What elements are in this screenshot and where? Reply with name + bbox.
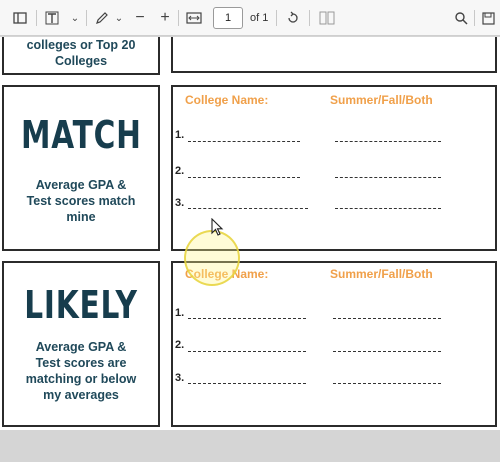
term-blank[interactable] [333, 351, 441, 352]
cursor-highlight [184, 230, 240, 286]
zoom-out-button[interactable]: − [132, 9, 148, 27]
term-blank[interactable] [333, 318, 441, 319]
draw-icon[interactable] [91, 9, 113, 27]
term-blank[interactable] [333, 383, 441, 384]
term-blank[interactable] [335, 141, 441, 142]
row-number: 3. [175, 197, 185, 209]
college-name-blank[interactable] [188, 208, 308, 209]
category-card-likely: LIKELY Average GPA & Test scores are mat… [2, 261, 160, 427]
term-blank[interactable] [335, 177, 441, 178]
college-name-blank[interactable] [188, 383, 306, 384]
college-name-blank[interactable] [188, 141, 300, 142]
category-title: MATCH [20, 113, 142, 157]
toolbar-separator [276, 10, 277, 26]
category-card-match: MATCH Average GPA & Test scores match mi… [2, 85, 160, 251]
fit-page-icon[interactable] [184, 9, 204, 27]
text-select-icon[interactable] [42, 9, 64, 27]
college-name-blank[interactable] [188, 177, 300, 178]
category-description: Average GPA & Test scores match mine [26, 178, 136, 224]
college-list-top [171, 37, 497, 73]
page-count-label: of 1 [250, 12, 269, 24]
category-title: LIKELY [24, 283, 138, 327]
college-name-blank[interactable] [188, 351, 306, 352]
chevron-down-icon[interactable]: ⌄ [113, 9, 125, 27]
category-card-top: colleges or Top 20 Colleges [2, 37, 160, 75]
college-name-header: College Name: [185, 93, 269, 107]
college-list-likely: College Name: Summer/Fall/Both 1. 2. 3. [171, 261, 497, 427]
college-name-blank[interactable] [188, 318, 306, 319]
toolbar-separator [309, 10, 310, 26]
rotate-icon[interactable] [283, 9, 303, 27]
row-number: 3. [175, 372, 185, 384]
viewer-background [0, 430, 500, 462]
category-description: Average GPA & Test scores are matching o… [25, 340, 137, 402]
sidebar-toggle-icon[interactable] [10, 9, 30, 27]
pdf-toolbar: ⌄ ⌄ − + of 1 [0, 0, 500, 36]
row-number: 2. [175, 339, 185, 351]
term-blank[interactable] [335, 208, 441, 209]
term-header: Summer/Fall/Both [330, 93, 433, 107]
toolbar-separator [86, 10, 87, 26]
page-view-icon[interactable] [316, 9, 338, 27]
row-number: 1. [175, 307, 185, 319]
term-header: Summer/Fall/Both [330, 267, 433, 281]
mouse-cursor-icon [211, 218, 224, 236]
row-number: 1. [175, 129, 185, 141]
toolbar-separator [474, 10, 475, 26]
page-number-input[interactable] [213, 7, 243, 29]
toolbar-separator [178, 10, 179, 26]
row-number: 2. [175, 165, 185, 177]
chevron-down-icon[interactable]: ⌄ [68, 9, 82, 27]
save-icon[interactable] [480, 9, 496, 27]
toolbar-separator [36, 10, 37, 26]
zoom-in-button[interactable]: + [157, 9, 173, 27]
category-description: colleges or Top 20 Colleges [26, 38, 136, 68]
search-icon[interactable] [452, 9, 470, 27]
pdf-page: colleges or Top 20 Colleges MATCH Averag… [0, 37, 500, 430]
